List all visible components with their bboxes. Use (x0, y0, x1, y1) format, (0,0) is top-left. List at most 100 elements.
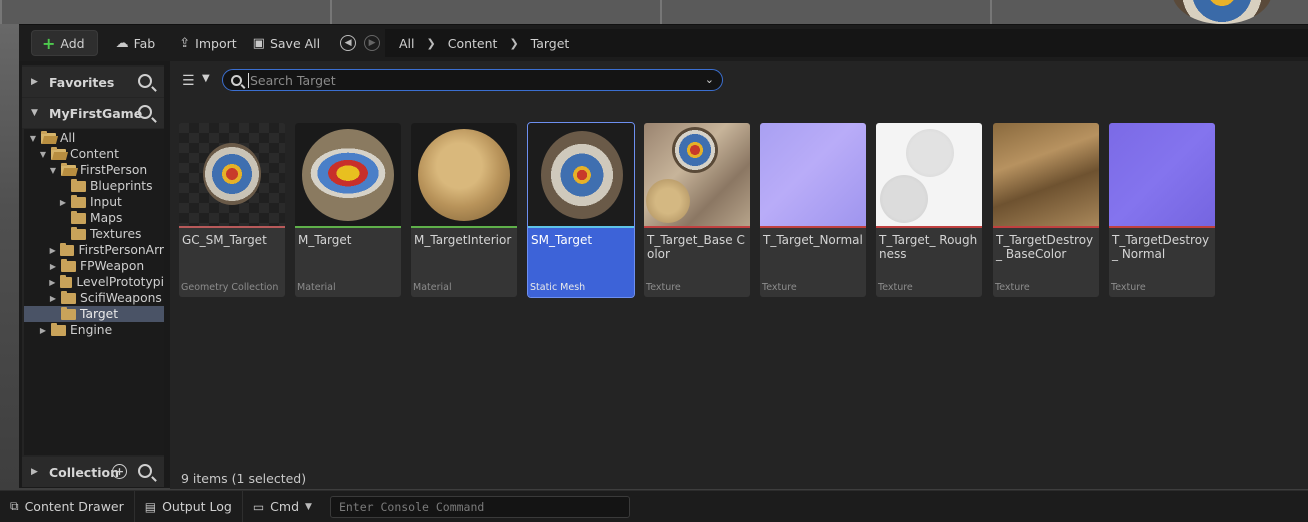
chevron-down-icon[interactable]: ▼ (202, 73, 210, 84)
asset-tile-t-targetdestroy-normal[interactable]: T_TargetDestroy_ Normal Texture (1109, 123, 1215, 297)
asset-name: T_Target_Base Color (647, 233, 745, 261)
folder-open-icon (61, 162, 76, 176)
tree-item-all[interactable]: ▼ All (24, 130, 164, 146)
tree-item-firstperson[interactable]: ▼ FirstPerson (24, 162, 164, 178)
collapsed-arrow-icon[interactable]: ▶ (48, 278, 57, 287)
asset-tile-t-targetdestroy-basecolor[interactable]: T_TargetDestroy_ BaseColor Texture (993, 123, 1099, 297)
search-input[interactable] (248, 72, 688, 88)
expanded-arrow-icon[interactable]: ▼ (38, 150, 48, 159)
asset-type-color-bar (876, 226, 982, 228)
history-forward-icon[interactable]: ▶ (364, 35, 381, 51)
add-button-label: Add (60, 35, 85, 51)
project-section-header[interactable]: ▼ MyFirstGame (22, 98, 164, 128)
import-button[interactable]: ⇪ Import (171, 30, 244, 56)
asset-type: Texture (762, 282, 797, 293)
console-command-input[interactable] (329, 495, 630, 518)
asset-tile-t-target-roughness[interactable]: T_Target_ Roughness Texture (876, 123, 982, 297)
tree-item-label: Engine (70, 323, 113, 337)
breadcrumb-target[interactable]: Target (531, 36, 570, 51)
tree-item-label: FirstPerson (80, 163, 148, 177)
asset-tile-t-target-basecolor[interactable]: T_Target_Base Color Texture (644, 123, 750, 297)
collapsed-arrow-icon[interactable]: ▶ (31, 77, 41, 87)
asset-type-color-bar (993, 226, 1099, 228)
tree-item-label: LevelPrototypi (76, 275, 164, 289)
breadcrumb-content[interactable]: Content (448, 36, 498, 51)
add-collection-icon[interactable]: + (112, 464, 127, 479)
asset-type-color-bar (179, 226, 285, 228)
fab-button-label: Fab (133, 35, 156, 51)
asset-tile-sm-target[interactable]: SM_Target Static Mesh (527, 122, 635, 298)
search-icon[interactable] (138, 105, 152, 119)
expanded-arrow-icon[interactable]: ▼ (31, 108, 41, 118)
content-browser-toolbar: + Add ☁ Fab ⇪ Import ▣ Save All ◀ ▶ All … (19, 25, 1308, 61)
asset-name: GC_SM_Target (182, 233, 267, 247)
tree-item-blueprints[interactable]: Blueprints (24, 178, 164, 194)
folder-icon (60, 242, 75, 256)
filter-icon[interactable]: ☰ (182, 73, 195, 89)
tree-item-label: All (60, 131, 76, 145)
chevron-down-icon[interactable]: ⌄ (705, 73, 714, 86)
folder-icon (71, 210, 86, 224)
folder-icon (51, 322, 66, 336)
search-icon[interactable] (138, 464, 152, 478)
tree-item-input[interactable]: ▶ Input (24, 194, 164, 210)
asset-name: T_TargetDestroy_ Normal (1112, 233, 1210, 261)
add-button[interactable]: + Add (31, 30, 98, 56)
content-drawer-button[interactable]: ⧉ Content Drawer (0, 490, 135, 522)
history-back-icon[interactable]: ◀ (340, 35, 357, 51)
fab-button[interactable]: ☁ Fab (108, 30, 164, 56)
breadcrumb-chevron-icon[interactable]: ❯ (509, 37, 518, 50)
tree-item-target[interactable]: Target (24, 306, 164, 322)
asset-thumbnail (644, 123, 750, 226)
asset-tile-m-targetinterior[interactable]: M_TargetInterior Material (411, 123, 517, 297)
asset-type: Texture (1111, 282, 1146, 293)
asset-thumbnail (1109, 123, 1215, 226)
collapsed-arrow-icon[interactable]: ▶ (48, 262, 58, 271)
collapsed-arrow-icon[interactable]: ▶ (31, 467, 41, 477)
tree-item-textures[interactable]: Textures (24, 226, 164, 242)
folder-open-icon (51, 146, 66, 160)
collection-section-header[interactable]: ▶ Collection + (22, 457, 164, 487)
chevron-down-icon[interactable]: ▼ (305, 502, 312, 512)
asset-type-color-bar (411, 226, 517, 228)
collapsed-arrow-icon[interactable]: ▶ (38, 326, 48, 335)
tree-item-content[interactable]: ▼ Content (24, 146, 164, 162)
tree-item-levelprototyping[interactable]: ▶ LevelPrototypi (24, 274, 164, 290)
tree-item-maps[interactable]: Maps (24, 210, 164, 226)
cmd-selector[interactable]: ▭ Cmd ▼ (243, 491, 322, 522)
tree-item-label: FirstPersonArr (78, 243, 164, 257)
output-log-label: Output Log (162, 499, 232, 514)
asset-type-color-bar (644, 226, 750, 228)
import-icon: ⇪ (179, 35, 191, 51)
content-drawer: + Add ☁ Fab ⇪ Import ▣ Save All ◀ ▶ All … (19, 24, 1308, 489)
collapsed-arrow-icon[interactable]: ▶ (48, 294, 58, 303)
tree-item-label: Textures (90, 227, 142, 241)
collapsed-arrow-icon[interactable]: ▶ (58, 198, 68, 207)
asset-type: Texture (995, 282, 1030, 293)
collapsed-arrow-icon[interactable]: ▶ (48, 246, 57, 255)
tree-item-fpweapon[interactable]: ▶ FPWeapon (24, 258, 164, 274)
favorites-section-header[interactable]: ▶ Favorites (22, 67, 164, 97)
terminal-icon: ▭ (252, 499, 265, 514)
tree-item-engine[interactable]: ▶ Engine (24, 322, 164, 338)
save-all-button[interactable]: ▣ Save All (245, 30, 328, 56)
content-drawer-icon: ⧉ (10, 499, 19, 513)
breadcrumb-chevron-icon[interactable]: ❯ (427, 37, 436, 50)
asset-name: T_Target_ Roughness (879, 233, 978, 261)
tree-item-label: Content (70, 147, 119, 161)
breadcrumb-all[interactable]: All (399, 36, 415, 51)
asset-type-color-bar (760, 226, 866, 228)
tree-item-label: Blueprints (90, 179, 153, 193)
folder-icon (61, 290, 76, 304)
asset-tile-gc-sm-target[interactable]: GC_SM_Target Geometry Collection (179, 123, 285, 297)
asset-tile-t-target-normal[interactable]: T_Target_Normal Texture (760, 123, 866, 297)
output-log-button[interactable]: ▤ Output Log (135, 490, 243, 522)
asset-tile-m-target[interactable]: M_Target Material (295, 123, 401, 297)
tree-item-firstpersonarms[interactable]: ▶ FirstPersonArr (24, 242, 164, 258)
search-box[interactable]: ⌄ (222, 69, 723, 91)
favorites-label: Favorites (49, 74, 115, 90)
expanded-arrow-icon[interactable]: ▼ (28, 134, 38, 143)
tree-item-scifiweapons[interactable]: ▶ ScifiWeapons (24, 290, 164, 306)
search-icon[interactable] (138, 74, 152, 88)
expanded-arrow-icon[interactable]: ▼ (48, 166, 58, 175)
